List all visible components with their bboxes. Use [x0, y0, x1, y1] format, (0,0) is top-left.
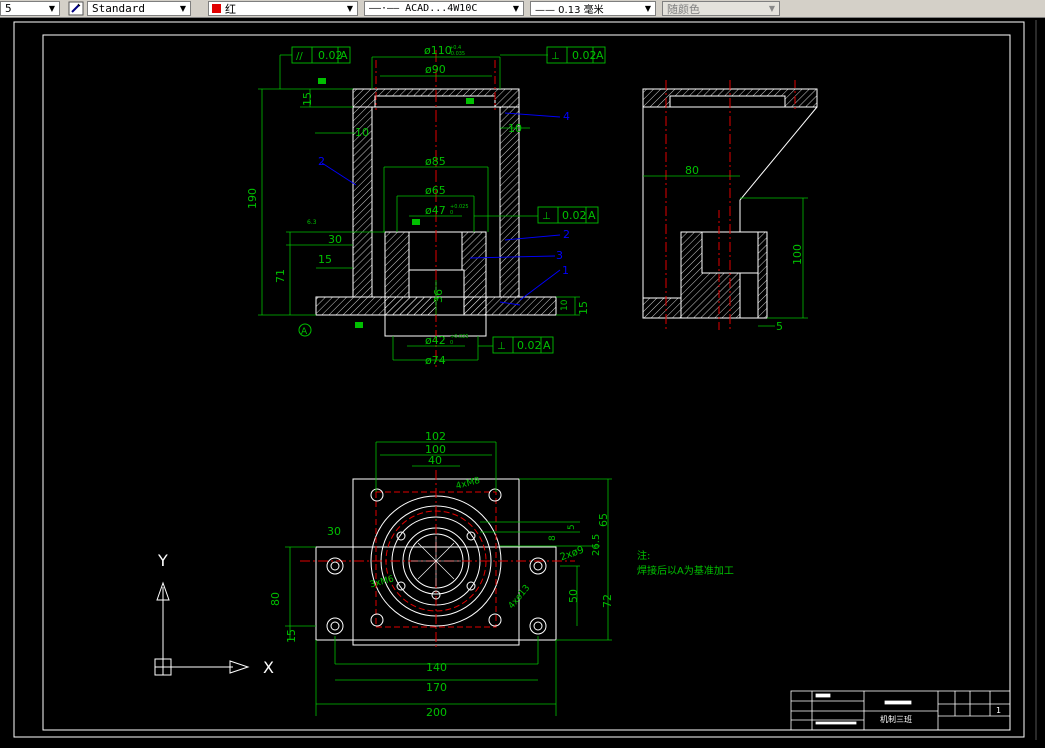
lineweight-dropdown[interactable]: —— 0.13 毫米 ▼	[530, 1, 656, 16]
dim-36: 36	[432, 289, 445, 303]
ucs-icon	[154, 581, 250, 676]
top-dim-200: 200	[426, 706, 447, 719]
ucs-x-label: X	[263, 658, 274, 677]
side-dim-100: 100	[791, 244, 804, 265]
title-block	[790, 690, 1011, 731]
dim-dia74: ø74	[425, 354, 446, 367]
dim-dia85: ø85	[425, 155, 446, 168]
dimstyle-value: 5	[5, 2, 12, 15]
side-dim-80: 80	[685, 164, 699, 177]
tol-top-right: 0.02	[572, 49, 597, 62]
title-block-scale: 1	[996, 706, 1001, 715]
chevron-down-icon[interactable]: ▼	[509, 2, 523, 15]
top-dim-72: 72	[601, 594, 614, 608]
note: 注: 焊接后以A为基准加工	[637, 549, 734, 577]
svg-text:A: A	[543, 339, 551, 352]
top-dim-102: 102	[425, 430, 446, 443]
plotstyle-value: 随颜色	[667, 2, 700, 16]
side-dim-5: 5	[776, 320, 783, 333]
svg-text:10: 10	[355, 126, 369, 139]
linetype-dropdown[interactable]: ——·—— ACAD...4W10C ▼	[364, 1, 524, 16]
top-dim-170: 170	[426, 681, 447, 694]
svg-text:15: 15	[285, 629, 298, 643]
text-style-icon[interactable]	[68, 1, 84, 16]
svg-text:10: 10	[560, 299, 570, 311]
chevron-down-icon[interactable]: ▼	[343, 2, 357, 15]
dim-dia90: ø90	[425, 63, 446, 76]
side-view: 80 100 5	[642, 80, 818, 333]
svg-text:5: 5	[567, 524, 577, 530]
part-label-4: 4	[563, 110, 570, 123]
title-block-name: 机制三班	[880, 714, 912, 724]
svg-text:0: 0	[450, 340, 453, 346]
part-label-2b: 2	[563, 228, 570, 241]
color-dropdown[interactable]: 红 ▼	[208, 1, 358, 16]
svg-text:0: 0	[450, 210, 453, 216]
svg-text:26.5: 26.5	[591, 534, 602, 556]
top-dim-65: 65	[597, 513, 610, 527]
top-dim-30: 30	[327, 525, 341, 538]
dim-190: 190	[246, 188, 259, 209]
svg-text:⊥: ⊥	[497, 341, 506, 352]
note-text: 焊接后以A为基准加工	[637, 564, 734, 577]
tol-bottom: 0.02	[517, 339, 542, 352]
top-view: 102 100 40 4xM8 65 5 8 26.5 30 2xø9 3xM6…	[269, 430, 614, 719]
top-dim-50: 50	[567, 589, 580, 603]
svg-text:10: 10	[508, 122, 522, 135]
svg-text:⊥: ⊥	[542, 211, 551, 222]
dim-71: 71	[274, 269, 287, 283]
svg-text:15: 15	[301, 92, 314, 106]
tol-mid: 0.02	[562, 209, 587, 222]
color-swatch	[212, 4, 221, 13]
drawing-svg: // ⊥ ⊥ ⊥ A 0.02 A ø110 +0.4 -0.035 0.02 …	[13, 20, 1037, 740]
dim-30: 30	[328, 233, 342, 246]
inner-frame	[42, 34, 1011, 731]
chevron-down-icon[interactable]: ▼	[765, 2, 779, 15]
top-dim-40: 40	[428, 454, 442, 467]
lineweight-value: —— 0.13 毫米	[535, 5, 604, 16]
svg-text:15: 15	[577, 301, 590, 315]
svg-text:4xø13: 4xø13	[507, 583, 533, 611]
holes-m8: 4xM8	[455, 476, 482, 492]
dim-dia42: ø42	[425, 334, 446, 347]
dim-dia65: ø65	[425, 184, 446, 197]
dim-dia110: ø110	[424, 44, 452, 57]
chevron-down-icon[interactable]: ▼	[176, 2, 190, 15]
note-title: 注:	[637, 549, 650, 562]
tol-top-left: 0.02	[318, 49, 343, 62]
svg-text:⊥: ⊥	[551, 51, 560, 62]
ucs-y-label: Y	[157, 551, 168, 570]
svg-text:15: 15	[318, 253, 332, 266]
color-value: 红	[225, 2, 236, 16]
linetype-value: ——·—— ACAD...4W10C	[369, 3, 478, 14]
svg-text://: //	[296, 51, 303, 62]
svg-text:A: A	[596, 49, 604, 62]
chevron-down-icon[interactable]: ▼	[641, 2, 655, 15]
drawing-canvas[interactable]: // ⊥ ⊥ ⊥ A 0.02 A ø110 +0.4 -0.035 0.02 …	[0, 17, 1045, 744]
properties-toolbar: 5 ▼ Standard ▼ 红 ▼ ——·—— ACAD...4W10C ▼ …	[0, 0, 1045, 18]
top-dim-140: 140	[426, 661, 447, 674]
svg-text:A: A	[588, 209, 596, 222]
part-label-2a: 2	[318, 155, 325, 168]
dimstyle-dropdown[interactable]: 5 ▼	[0, 1, 60, 16]
part-label-1: 1	[562, 264, 569, 277]
svg-text:6.3: 6.3	[307, 219, 317, 226]
datum-top-left: A	[340, 49, 348, 62]
svg-text:8: 8	[548, 535, 558, 541]
dim-dia47: ø47	[425, 204, 446, 217]
text-style-dropdown[interactable]: Standard ▼	[87, 1, 191, 16]
svg-text:-0.035: -0.035	[449, 51, 465, 57]
front-view: // ⊥ ⊥ ⊥ A 0.02 A ø110 +0.4 -0.035 0.02 …	[246, 44, 606, 370]
datum-symbol: A	[301, 327, 308, 337]
chevron-down-icon[interactable]: ▼	[45, 2, 59, 15]
part-label-3: 3	[556, 249, 563, 262]
text-style-value: Standard	[92, 2, 145, 15]
plotstyle-dropdown[interactable]: 随颜色 ▼	[662, 1, 780, 16]
top-dim-80: 80	[269, 592, 282, 606]
